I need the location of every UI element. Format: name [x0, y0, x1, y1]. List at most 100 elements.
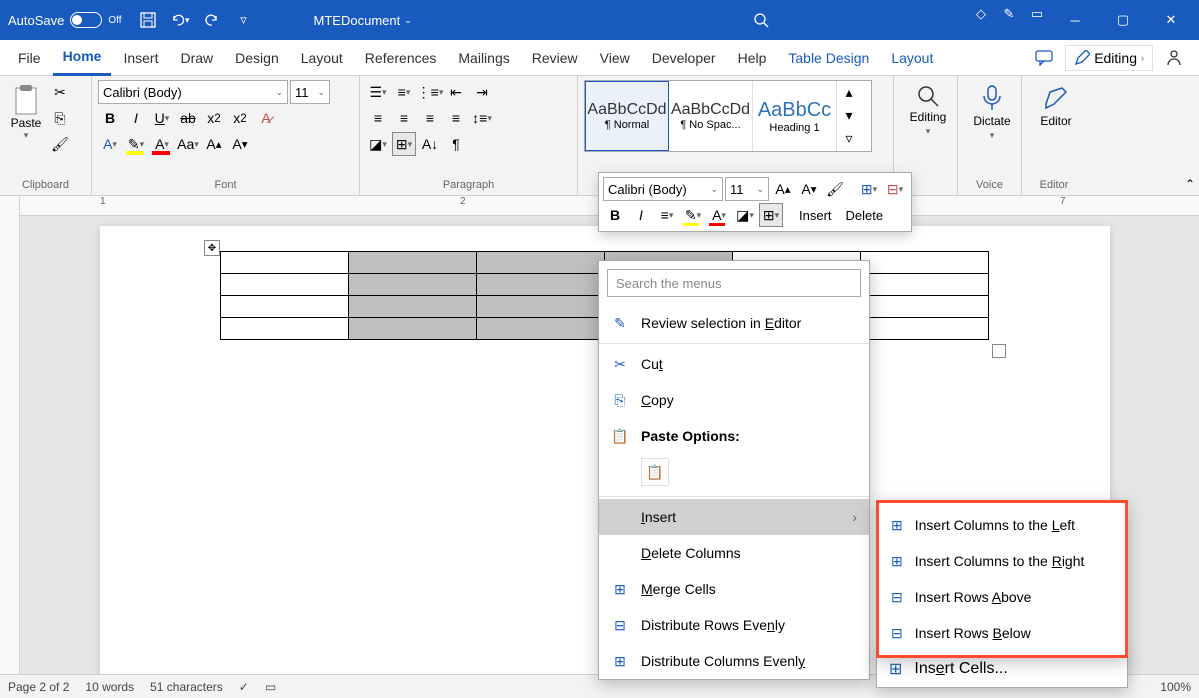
styles-down-icon[interactable]: ▾ — [837, 104, 861, 127]
font-name-combo[interactable]: Calibri (Body)⌄ — [98, 80, 288, 104]
mini-font-size[interactable]: 11⌄ — [725, 177, 769, 201]
autosave-toggle[interactable] — [70, 12, 102, 28]
ctx-review-editor[interactable]: ✎ Review selection in Editor — [599, 305, 869, 341]
borders-button[interactable]: ⊞▾ — [392, 132, 416, 156]
mini-insert-button[interactable]: Insert — [793, 203, 838, 227]
submenu-cols-right[interactable]: ⊞ Insert Columns to the Right — [879, 543, 1125, 579]
editing-button[interactable]: Editing ▾ — [900, 80, 956, 141]
mini-font-color[interactable]: A▾ — [707, 203, 731, 227]
table-move-handle[interactable]: ✥ — [204, 240, 220, 256]
strikethrough-button[interactable]: ab — [176, 106, 200, 130]
editor-button[interactable]: Editor — [1028, 80, 1084, 132]
subscript-button[interactable]: x2 — [202, 106, 226, 130]
styles-more-icon[interactable]: ▿ — [837, 127, 861, 150]
style-normal[interactable]: AaBbCcDd ¶ Normal — [585, 81, 669, 151]
font-color-button[interactable]: A▾ — [150, 132, 174, 156]
text-effects-button[interactable]: A▾ — [98, 132, 122, 156]
tab-insert[interactable]: Insert — [113, 40, 168, 76]
table-resize-handle[interactable] — [992, 344, 1006, 358]
change-case-button[interactable]: Aa▾ — [176, 132, 200, 156]
ctx-insert[interactable]: Insert › — [599, 499, 869, 535]
ctx-distribute-columns[interactable]: ⊞ Distribute Columns Evenly — [599, 643, 869, 679]
mini-shading[interactable]: ◪▾ — [733, 203, 757, 227]
status-chars[interactable]: 51 characters — [150, 680, 223, 694]
bold-button[interactable]: B — [98, 106, 122, 130]
italic-button[interactable]: I — [124, 106, 148, 130]
justify-button[interactable]: ≡ — [444, 106, 468, 130]
copy-icon[interactable]: ⎘ — [48, 106, 72, 130]
decrease-indent-button[interactable]: ⇤ — [444, 80, 468, 104]
mini-align[interactable]: ≡▾ — [655, 203, 679, 227]
tab-home[interactable]: Home — [53, 40, 112, 76]
status-words[interactable]: 10 words — [85, 680, 134, 694]
document-title[interactable]: MTEDocument ⌄ — [314, 13, 412, 28]
save-icon[interactable] — [138, 10, 158, 30]
align-left-button[interactable]: ≡ — [366, 106, 390, 130]
mini-font-name[interactable]: Calibri (Body)⌄ — [603, 177, 723, 201]
increase-indent-button[interactable]: ⇥ — [470, 80, 494, 104]
align-center-button[interactable]: ≡ — [392, 106, 416, 130]
tab-help[interactable]: Help — [728, 40, 777, 76]
submenu-cols-left[interactable]: ⊞ Insert Columns to the Left — [879, 507, 1125, 543]
vertical-ruler[interactable] — [0, 196, 20, 674]
align-right-button[interactable]: ≡ — [418, 106, 442, 130]
undo-icon[interactable]: ▾ — [170, 10, 190, 30]
mini-shrink-font[interactable]: A▾ — [797, 177, 821, 201]
editing-mode-button[interactable]: Editing › — [1065, 45, 1153, 71]
mini-insert-icon[interactable]: ⊞▾ — [857, 177, 881, 201]
ribbon-display-icon[interactable]: ▭ — [1027, 4, 1047, 24]
mini-grow-font[interactable]: A▴ — [771, 177, 795, 201]
line-spacing-button[interactable]: ↕≡▾ — [470, 106, 494, 130]
shrink-font-button[interactable]: A▾ — [228, 132, 252, 156]
mini-highlight[interactable]: ✎▾ — [681, 203, 705, 227]
paste-button[interactable]: Paste ▾ — [6, 80, 46, 177]
maximize-button[interactable]: ▢ — [1103, 4, 1143, 36]
style-no-spacing[interactable]: AaBbCcDd ¶ No Spac... — [669, 81, 753, 151]
redo-icon[interactable] — [202, 10, 222, 30]
tab-table-design[interactable]: Table Design — [778, 40, 879, 76]
style-heading1[interactable]: AaBbCc Heading 1 — [753, 81, 837, 151]
share-button[interactable] — [1157, 45, 1191, 71]
format-painter-icon[interactable]: 🖌 — [48, 132, 72, 156]
shading-button[interactable]: ◪▾ — [366, 132, 390, 156]
tab-layout[interactable]: Layout — [291, 40, 353, 76]
collapse-ribbon-icon[interactable]: ⌃ — [1185, 177, 1195, 191]
submenu-rows-above[interactable]: ⊟ Insert Rows Above — [879, 579, 1125, 615]
qat-customize-icon[interactable]: ▿ — [234, 10, 254, 30]
tab-draw[interactable]: Draw — [170, 40, 223, 76]
status-macro-icon[interactable]: ▭ — [265, 680, 276, 694]
diamond-icon[interactable]: ◇ — [971, 4, 991, 24]
context-search-input[interactable]: Search the menus — [607, 269, 861, 297]
tab-review[interactable]: Review — [522, 40, 588, 76]
wand-icon[interactable]: ✎ — [999, 4, 1019, 24]
styles-up-icon[interactable]: ▴ — [837, 81, 861, 104]
ctx-cut[interactable]: ✂ Cut — [599, 346, 869, 382]
underline-button[interactable]: U▾ — [150, 106, 174, 130]
autosave-control[interactable]: AutoSave Off — [8, 12, 122, 28]
highlight-button[interactable]: ✎▾ — [124, 132, 148, 156]
minimize-button[interactable]: ─ — [1055, 4, 1095, 36]
mini-delete-button[interactable]: Delete — [840, 203, 890, 227]
styles-gallery[interactable]: AaBbCcDd ¶ Normal AaBbCcDd ¶ No Spac... … — [584, 80, 872, 152]
mini-delete-icon[interactable]: ⊟▾ — [883, 177, 907, 201]
multilevel-list-button[interactable]: ⋮≡▾ — [418, 80, 442, 104]
numbering-button[interactable]: ≡▾ — [392, 80, 416, 104]
paste-keep-formatting[interactable]: 📋 — [641, 458, 669, 486]
clear-format-button[interactable]: A̷ — [254, 106, 278, 130]
ctx-merge-cells[interactable]: ⊞ Merge Cells — [599, 571, 869, 607]
status-page[interactable]: Page 2 of 2 — [8, 680, 69, 694]
search-icon[interactable] — [751, 10, 771, 30]
submenu-rows-below[interactable]: ⊟ Insert Rows Below — [879, 615, 1125, 651]
mini-bold[interactable]: B — [603, 203, 627, 227]
bullets-button[interactable]: ☰▾ — [366, 80, 390, 104]
tab-view[interactable]: View — [590, 40, 640, 76]
tab-table-layout[interactable]: Layout — [881, 40, 943, 76]
grow-font-button[interactable]: A▴ — [202, 132, 226, 156]
mini-format-painter[interactable]: 🖌 — [823, 177, 847, 201]
ctx-copy[interactable]: ⎘ Copy — [599, 382, 869, 418]
tab-references[interactable]: References — [355, 40, 447, 76]
tab-mailings[interactable]: Mailings — [448, 40, 519, 76]
ctx-delete-columns[interactable]: Delete Columns — [599, 535, 869, 571]
font-size-combo[interactable]: 11⌄ — [290, 80, 330, 104]
comments-button[interactable] — [1027, 46, 1061, 70]
